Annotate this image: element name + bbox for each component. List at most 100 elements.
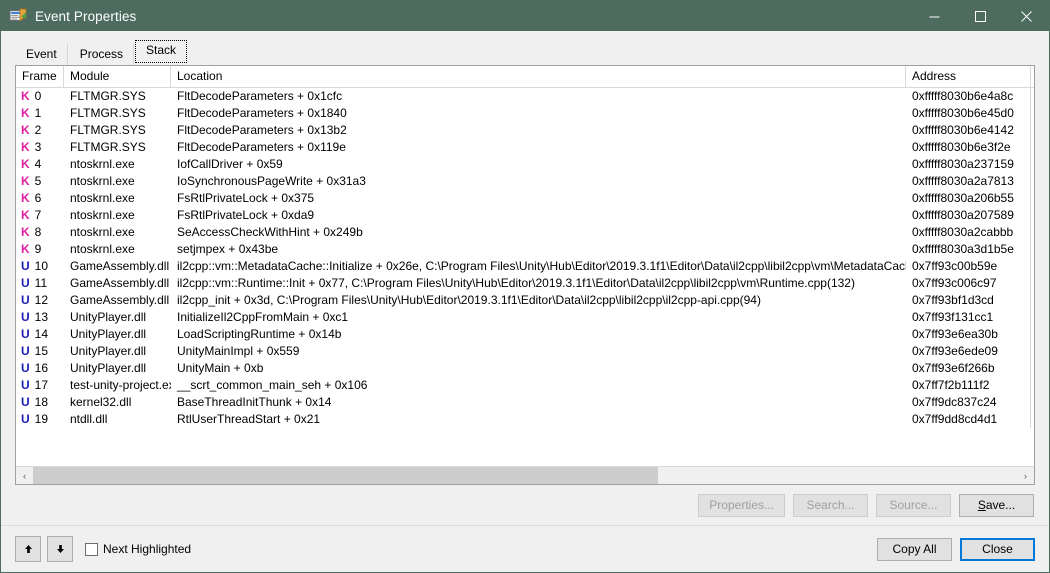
column-header-module[interactable]: Module [64,66,171,87]
frame-kind-indicator: K [21,106,30,120]
cell-address: 0xfffff8030b6e4142 [906,122,1031,139]
column-header-address[interactable]: Address [906,66,1031,87]
table-row[interactable]: K 3 FLTMGR.SYS FltDecodeParameters + 0x119e… [16,139,1034,156]
column-header-location[interactable]: Location [171,66,906,87]
cell-address: 0x7ff9dd8cd4d1 [906,411,1031,428]
table-row[interactable]: U 18 kernel32.dll BaseThreadInitThunk + 0x1… [16,394,1034,411]
next-highlighted-label: Next Highlighted [103,542,192,556]
cell-module: ntoskrnl.exe [70,225,135,239]
cell-address: 0xfffff8030b6e4a8c [906,88,1031,105]
cell-module: UnityPlayer.dll [70,310,147,324]
frame-number: 18 [34,395,49,409]
cell-address: 0xfffff8030a237159 [906,156,1031,173]
cell-location: SeAccessCheckWithHint + 0x249b [177,225,363,239]
table-row[interactable]: U 16 UnityPlayer.dll UnityMain + 0xb 0x7ff93… [16,360,1034,377]
scroll-right-arrow-icon[interactable]: › [1017,467,1034,484]
next-highlighted-checkbox-wrap[interactable]: Next Highlighted [85,542,191,556]
close-dialog-button[interactable]: Close [960,537,1035,561]
frame-number: 14 [34,327,49,341]
cell-module: UnityPlayer.dll [70,344,147,358]
cell-location: UnityMain + 0xb [177,361,264,375]
copy-all-button[interactable]: Copy All [877,537,952,561]
maximize-button[interactable] [957,1,1003,31]
table-row[interactable]: K 8 ntoskrnl.exe SeAccessCheckWithHint + 0x… [16,224,1034,241]
cell-location: FsRtlPrivateLock + 0x375 [177,191,315,205]
frame-number: 16 [34,361,49,375]
save-button[interactable]: Save... [959,493,1034,517]
frame-kind-indicator: U [21,412,30,426]
frame-kind-indicator: K [21,140,30,154]
cell-location: LoadScriptingRuntime + 0x14b [177,327,342,341]
cell-frame: U 11 [16,275,64,292]
frame-number: 7 [34,208,42,222]
cell-frame: U 15 [16,343,64,360]
horizontal-scrollbar[interactable]: ‹ › [16,466,1034,484]
table-row[interactable]: K 4 ntoskrnl.exe IofCallDriver + 0x59 0xffff… [16,156,1034,173]
frame-number: 5 [34,174,42,188]
source-button[interactable]: Source... [876,493,951,517]
minimize-button[interactable] [911,1,957,31]
frame-number: 0 [34,89,42,103]
cell-frame: U 10 [16,258,64,275]
cell-module: GameAssembly.dll [70,276,170,290]
table-row[interactable]: U 13 UnityPlayer.dll InitializeIl2CppFromMa… [16,309,1034,326]
frame-kind-indicator: U [21,276,30,290]
cell-address: 0x7ff93e6ede09 [906,343,1031,360]
scroll-left-arrow-icon[interactable]: ‹ [16,467,33,484]
scrollbar-thumb[interactable] [33,467,658,484]
frame-number: 9 [34,242,42,256]
tab-stack[interactable]: Stack [135,40,188,63]
table-row[interactable]: U 14 UnityPlayer.dll LoadScriptingRuntime +… [16,326,1034,343]
cell-frame: U 18 [16,394,64,411]
tab-event[interactable]: Event [15,43,68,66]
table-row[interactable]: U 12 GameAssembly.dll il2cpp_init + 0x3d, C… [16,292,1034,309]
table-row[interactable]: K 1 FLTMGR.SYS FltDecodeParameters + 0x1840… [16,105,1034,122]
frame-number: 3 [34,140,42,154]
properties-button[interactable]: Properties... [698,493,785,517]
previous-highlighted-button[interactable] [15,536,41,562]
next-highlighted-button[interactable] [47,536,73,562]
table-row[interactable]: U 19 ntdll.dll RtlUserThreadStart + 0x21 0x7… [16,411,1034,428]
search-button[interactable]: Search... [793,493,868,517]
table-row[interactable]: U 15 UnityPlayer.dll UnityMainImpl + 0x559 0… [16,343,1034,360]
scrollbar-track[interactable] [33,467,1017,484]
table-row[interactable]: K 5 ntoskrnl.exe IoSynchronousPageWrite + 0… [16,173,1034,190]
cell-frame: U 17 [16,377,64,394]
cell-frame: K2 [16,122,64,139]
cell-frame: U 12 [16,292,64,309]
frame-kind-indicator: U [21,293,30,307]
cell-frame: K8 [16,224,64,241]
table-row[interactable]: U 11 GameAssembly.dll il2cpp::vm::Runtime::… [16,275,1034,292]
table-row[interactable]: K 9 ntoskrnl.exe setjmpex + 0x43be 0xfffff80… [16,241,1034,258]
cell-address: 0x7ff93c006c97 [906,275,1031,292]
cell-frame: K7 [16,207,64,224]
column-header-frame[interactable]: Frame [16,66,64,87]
cell-module: FLTMGR.SYS [70,140,146,154]
table-row[interactable]: K 6 ntoskrnl.exe FsRtlPrivateLock + 0x375 0x… [16,190,1034,207]
cell-module: FLTMGR.SYS [70,89,146,103]
cell-location: FltDecodeParameters + 0x1840 [177,106,347,120]
table-row[interactable]: K 0 FLTMGR.SYS FltDecodeParameters + 0x1cfc… [16,88,1034,105]
frame-kind-indicator: U [21,361,30,375]
cell-location: FsRtlPrivateLock + 0xda9 [177,208,315,222]
action-button-row: Properties... Search... Source... Save..… [15,485,1035,525]
table-row[interactable]: U 17 test-unity-project.exe __scrt_common_m… [16,377,1034,394]
cell-address: 0x7ff93e6f266b [906,360,1031,377]
close-button[interactable] [1003,1,1049,31]
window-title: Event Properties [35,8,137,24]
table-row[interactable]: K 7 ntoskrnl.exe FsRtlPrivateLock + 0xda9 0x… [16,207,1034,224]
next-highlighted-checkbox[interactable] [85,542,98,556]
table-row[interactable]: K 2 FLTMGR.SYS FltDecodeParameters + 0x13b2… [16,122,1034,139]
cell-address: 0xfffff8030a2a7813 [906,173,1031,190]
cell-frame: K9 [16,241,64,258]
cell-frame: K4 [16,156,64,173]
frame-number: 1 [34,106,42,120]
tab-process[interactable]: Process [68,43,135,66]
stack-listbox[interactable]: Frame Module Location Address K 0 FLTMGR.S… [15,65,1035,485]
table-row[interactable]: U 10 GameAssembly.dll il2cpp::vm::MetadataC… [16,258,1034,275]
cell-location: il2cpp::vm::MetadataCache::Initialize + … [177,259,906,273]
cell-frame: K1 [16,105,64,122]
cell-location: InitializeIl2CppFromMain + 0xc1 [177,310,349,324]
cell-address: 0x7ff93c00b59e [906,258,1031,275]
cell-frame: K0 [16,88,64,105]
